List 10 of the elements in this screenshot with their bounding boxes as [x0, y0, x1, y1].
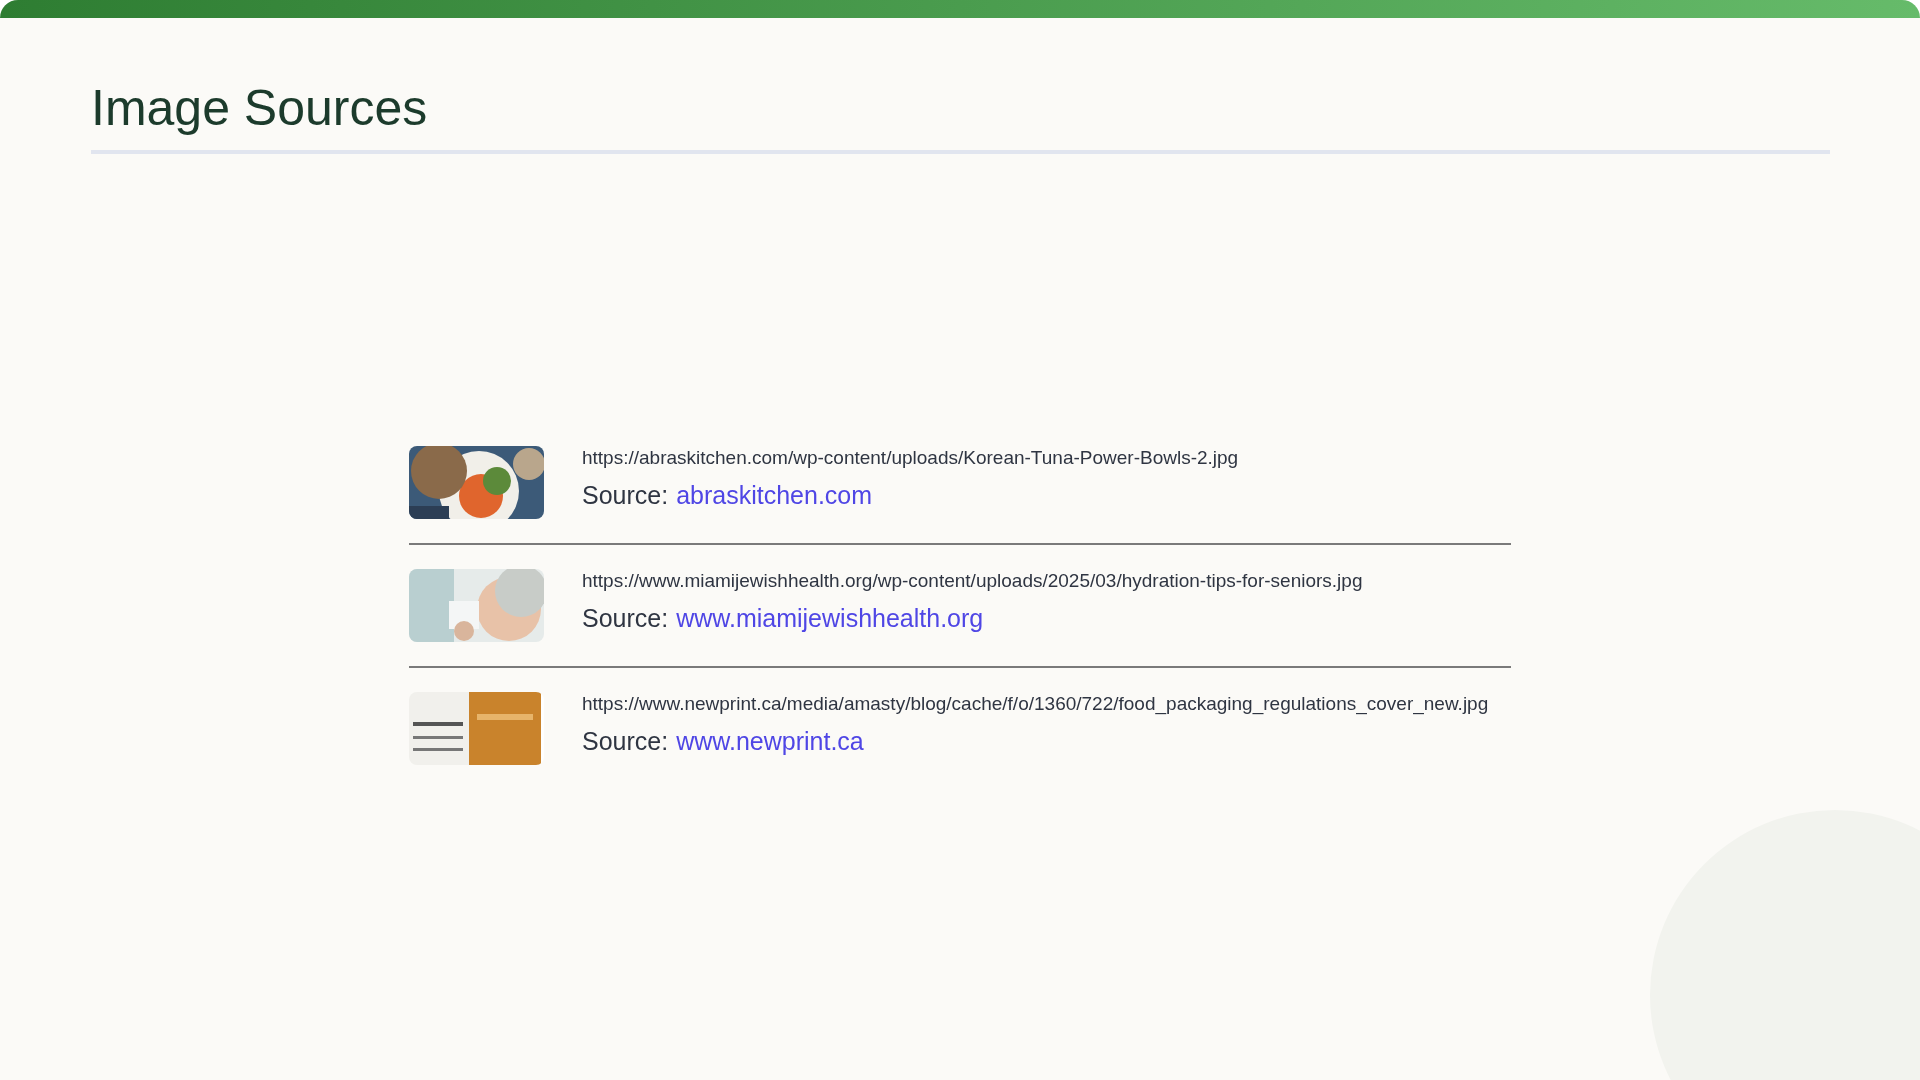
source-label: Source:	[582, 480, 669, 510]
source-link[interactable]: www.miamijewishhealth.org	[676, 603, 984, 633]
page-title: Image Sources	[91, 79, 428, 138]
source-label: Source:	[582, 603, 669, 633]
source-link[interactable]: abraskitchen.com	[676, 480, 873, 510]
image-url: https://www.miamijewishhealth.org/wp-content/uploads/2025/03/hydration-tips-for-seniors.jpg	[582, 569, 1364, 593]
source-link[interactable]: www.newprint.ca	[676, 726, 864, 756]
image-url: https://abraskitchen.com/wp-content/uploads/Korean-Tuna-Power-Bowls-2.jpg	[582, 446, 1240, 470]
source-label: Source:	[582, 726, 669, 756]
image-url: https://www.newprint.ca/media/amasty/blog/cache/f/o/1360/722/food_packaging_regulations_cover_new.jpg	[582, 692, 1490, 717]
